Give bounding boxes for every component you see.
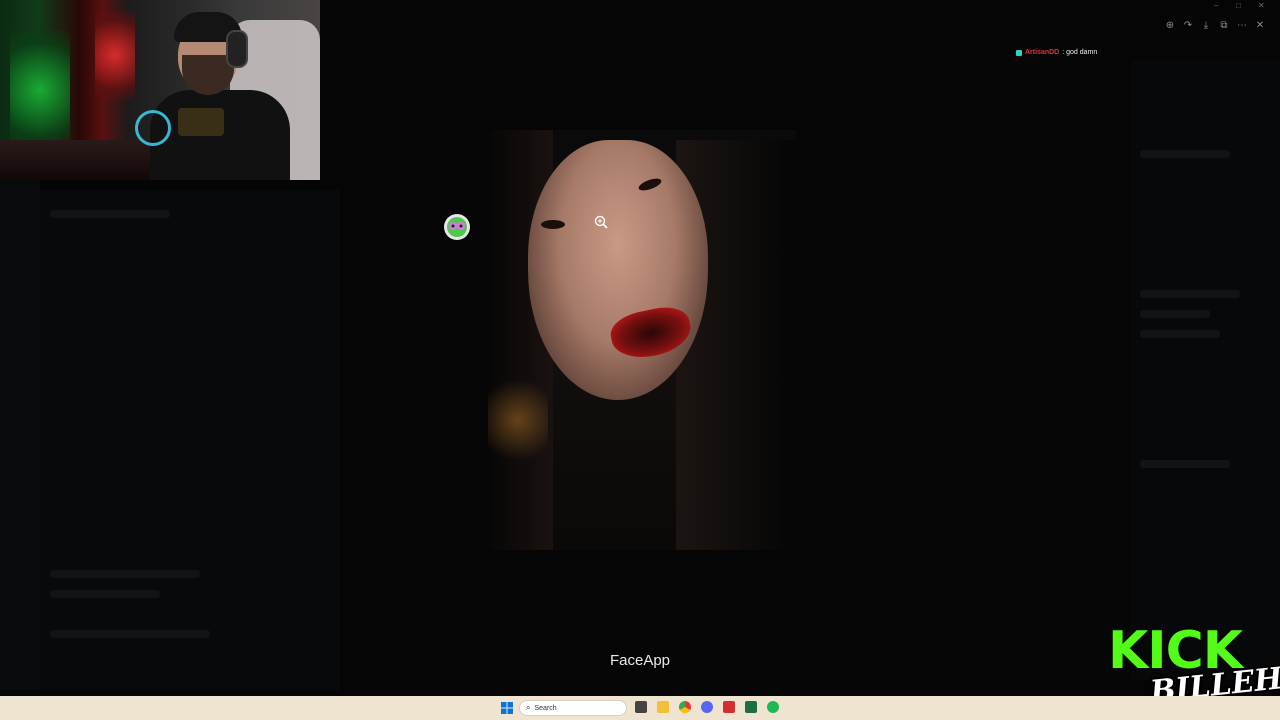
more-icon[interactable]: ⋯	[1236, 20, 1248, 32]
image-caption: FaceApp	[609, 652, 671, 669]
background-member-list	[1130, 60, 1280, 680]
background-channel-panel	[40, 190, 340, 690]
external-link-icon[interactable]: ⧉	[1218, 20, 1230, 32]
zoom-in-icon[interactable]: ⊕	[1164, 20, 1176, 32]
windows-start-icon[interactable]	[501, 702, 513, 714]
redo-icon[interactable]: ↷	[1182, 20, 1194, 32]
chat-text: : god damn	[1062, 49, 1098, 56]
image-viewer-toolbar: ⊕ ↷ ⤓ ⧉ ⋯ ✕	[1164, 20, 1266, 32]
chat-username: ArtisanDD	[1025, 49, 1060, 56]
window-close-icon[interactable]: ✕	[1258, 2, 1266, 10]
spotify-icon[interactable]	[767, 701, 779, 713]
discord-icon[interactable]	[701, 701, 713, 713]
download-icon[interactable]: ⤓	[1200, 20, 1212, 32]
background-server-sidebar	[0, 180, 40, 690]
taskbar-search-box[interactable]: ⌕ Search	[519, 700, 627, 716]
chat-message: ArtisanDD : god damn	[1016, 49, 1097, 56]
maximize-icon[interactable]: □	[1236, 2, 1244, 10]
file-explorer-icon[interactable]	[657, 701, 669, 713]
streamer-webcam	[0, 0, 320, 180]
zoom-cursor-icon	[594, 215, 608, 229]
excel-icon[interactable]	[745, 701, 757, 713]
viewed-image[interactable]	[483, 130, 796, 550]
minimize-icon[interactable]: –	[1214, 2, 1222, 10]
chrome-icon[interactable]	[679, 701, 691, 713]
search-icon: ⌕	[526, 703, 531, 712]
task-view-icon[interactable]	[635, 701, 647, 713]
window-controls: – □ ✕	[1214, 2, 1266, 10]
search-placeholder: Search	[534, 704, 557, 712]
emote-icon	[444, 214, 470, 240]
chat-badge-icon	[1016, 49, 1022, 56]
close-icon[interactable]: ✕	[1254, 20, 1266, 32]
red-app-icon[interactable]	[723, 701, 735, 713]
